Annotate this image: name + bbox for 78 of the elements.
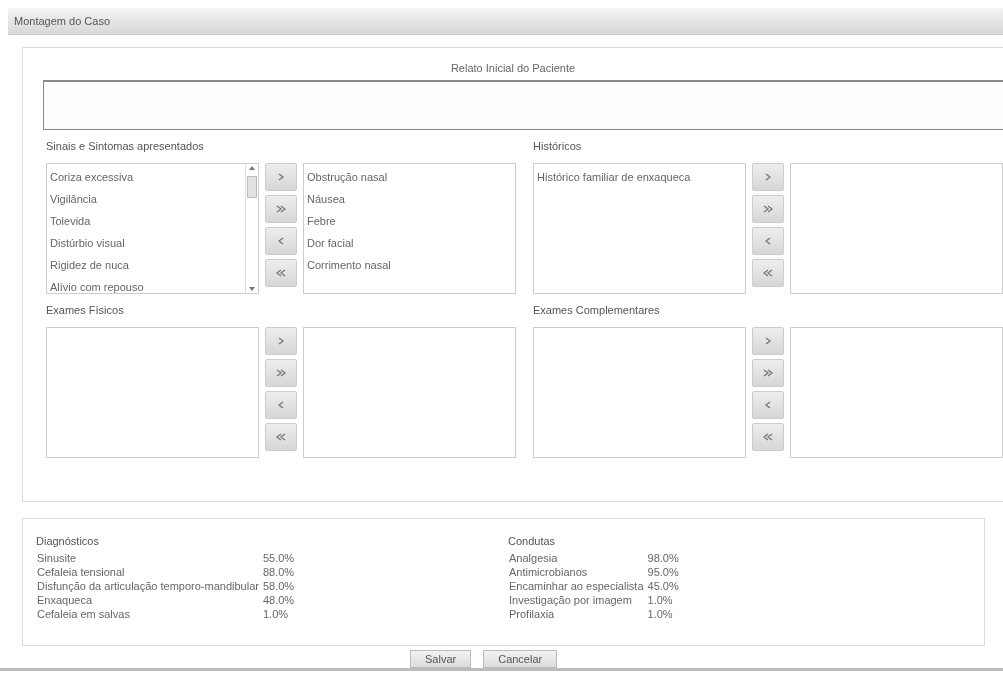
move-all-left-button[interactable] xyxy=(752,423,784,451)
selected-list[interactable] xyxy=(303,327,516,458)
selected-list[interactable] xyxy=(790,163,1003,294)
result-percentage: 88.0% xyxy=(262,566,296,578)
selected-list[interactable] xyxy=(790,327,1003,458)
list-item[interactable]: Coriza excessiva xyxy=(50,166,242,188)
available-list[interactable]: Coriza excessiva Vigilância Tolevida Distúrbio visual Rigidez de nuca Alívio com repouso xyxy=(46,163,259,294)
scroll-down-icon[interactable] xyxy=(248,285,256,293)
result-percentage: 48.0% xyxy=(262,594,296,606)
move-all-right-button[interactable] xyxy=(265,359,297,387)
result-label: Disfunção da articulação temporo-mandibular xyxy=(37,580,259,592)
result-label: Cefaleia tensional xyxy=(37,566,126,578)
window-title: Montagem do Caso xyxy=(14,15,110,27)
action-button[interactable]: Salvar xyxy=(410,650,472,668)
arrow-icon xyxy=(275,431,287,443)
scroll-up-icon[interactable] xyxy=(248,164,256,172)
arrow-icon xyxy=(762,203,774,215)
section-title: Diagnósticos xyxy=(36,535,100,547)
move-all-left-button[interactable] xyxy=(752,259,784,287)
result-percentage: 55.0% xyxy=(262,552,296,564)
list-item[interactable]: Obstrução nasal xyxy=(307,166,512,188)
selected-list[interactable]: Obstrução nasal Náusea Febre Dor facial Corrimento nasal xyxy=(303,163,516,294)
result-label: Enxaqueca xyxy=(37,594,94,606)
arrow-icon xyxy=(275,203,287,215)
result-label: Encaminhar ao especialista xyxy=(509,580,644,592)
move-all-left-button[interactable] xyxy=(265,423,297,451)
move-right-button[interactable] xyxy=(265,327,297,355)
move-all-right-button[interactable] xyxy=(752,359,784,387)
result-label: Profilaxia xyxy=(509,608,556,620)
available-list[interactable] xyxy=(46,327,259,458)
field-label: Relato Inicial do Paciente xyxy=(449,62,577,74)
result-percentage: 45.0% xyxy=(647,580,680,592)
arrow-icon xyxy=(275,267,287,279)
available-list[interactable]: Histórico familiar de enxaqueca xyxy=(533,163,746,294)
list-item[interactable]: Distúrbio visual xyxy=(50,232,242,254)
action-button[interactable]: Cancelar xyxy=(483,650,558,668)
move-right-button[interactable] xyxy=(752,327,784,355)
move-right-button[interactable] xyxy=(752,163,784,191)
arrow-icon xyxy=(762,431,774,443)
arrow-icon xyxy=(275,367,287,379)
list-item[interactable]: Histórico familiar de enxaqueca xyxy=(537,166,742,188)
arrow-icon xyxy=(762,267,774,279)
move-left-button[interactable] xyxy=(752,391,784,419)
section-title: Sinais e Sintomas apresentados xyxy=(46,140,205,152)
arrow-icon xyxy=(762,367,774,379)
scroll-thumb[interactable] xyxy=(247,176,257,198)
list-item[interactable]: Febre xyxy=(307,210,512,232)
result-label: Investigação por imagem xyxy=(509,594,633,606)
move-left-button[interactable] xyxy=(265,391,297,419)
result-percentage: 1.0% xyxy=(647,594,674,606)
result-label: Antimicrobianos xyxy=(509,566,589,578)
patient-report-field[interactable] xyxy=(43,80,1003,130)
section-title: Históricos xyxy=(533,140,583,152)
move-left-button[interactable] xyxy=(752,227,784,255)
list-item[interactable]: Rigidez de nuca xyxy=(50,254,242,276)
available-list[interactable] xyxy=(533,327,746,458)
move-left-button[interactable] xyxy=(265,227,297,255)
list-item[interactable]: Corrimento nasal xyxy=(307,254,512,276)
result-percentage: 98.0% xyxy=(647,552,680,564)
section-title: Exames Complementares xyxy=(533,304,661,316)
result-label: Analgesia xyxy=(509,552,559,564)
section-title: Condutas xyxy=(508,535,557,547)
result-percentage: 1.0% xyxy=(647,608,674,620)
move-all-right-button[interactable] xyxy=(752,195,784,223)
move-right-button[interactable] xyxy=(265,163,297,191)
move-all-right-button[interactable] xyxy=(265,195,297,223)
section-title: Exames Físicos xyxy=(46,304,125,316)
result-percentage: 1.0% xyxy=(262,608,290,620)
list-item[interactable]: Tolevida xyxy=(50,210,242,232)
list-item[interactable]: Vigilância xyxy=(50,188,242,210)
list-item[interactable]: Dor facial xyxy=(307,232,512,254)
result-percentage: 95.0% xyxy=(647,566,680,578)
result-percentage: 58.0% xyxy=(262,580,296,592)
move-all-left-button[interactable] xyxy=(265,259,297,287)
scrollbar[interactable] xyxy=(245,164,258,293)
list-item[interactable]: Náusea xyxy=(307,188,512,210)
result-label: Sinusite xyxy=(37,552,78,564)
result-label: Cefaleia em salvas xyxy=(37,608,131,620)
